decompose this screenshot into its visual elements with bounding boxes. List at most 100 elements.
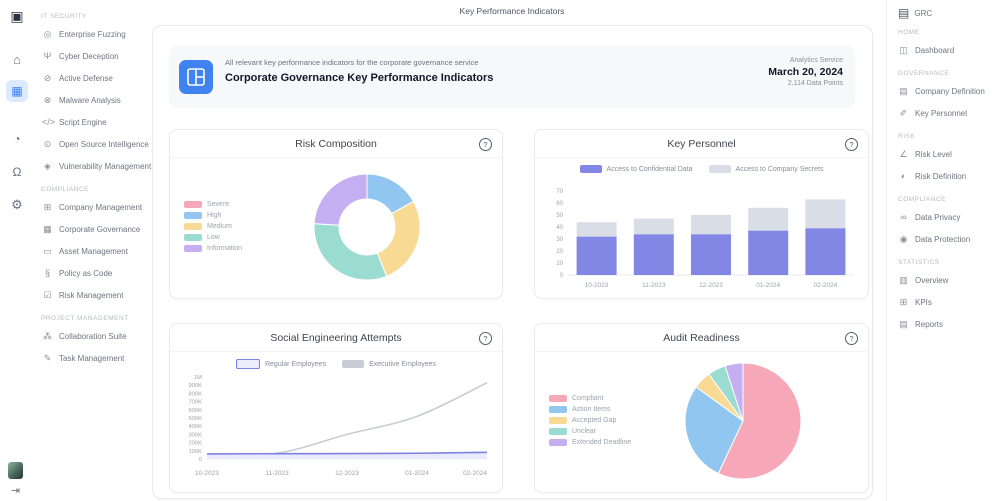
key-personnel-bar-access-to-confidential-data-01-2024[interactable] bbox=[748, 231, 788, 275]
rightnav-item-company-definition[interactable]: ▤Company Definition bbox=[887, 80, 1000, 102]
svg-text:50: 50 bbox=[556, 213, 563, 219]
sidebar-item-task-management[interactable]: ✎Task Management bbox=[34, 347, 152, 369]
analytics-icon[interactable]: ◔ bbox=[6, 128, 28, 150]
rightnav-item-dashboard[interactable]: ◫Dashboard bbox=[887, 39, 1000, 61]
legend-swatch bbox=[580, 165, 602, 173]
meta-date: March 20, 2024 bbox=[768, 66, 843, 78]
sidebar-item-asset-management[interactable]: ▭Asset Management bbox=[34, 240, 152, 262]
sidebar-item-corporate-governance[interactable]: ▦Corporate Governance bbox=[34, 218, 152, 240]
main-card: All relevant key performance indicators … bbox=[152, 25, 873, 499]
legend-item-compliant: Compliant bbox=[549, 395, 631, 402]
home-icon[interactable]: ⌂ bbox=[6, 48, 28, 70]
sidebar-section-compliance: COMPLIANCE bbox=[41, 186, 152, 193]
svg-text:20: 20 bbox=[556, 249, 563, 255]
key-personnel-bar-access-to-company-secrets-10-2023[interactable] bbox=[577, 222, 617, 236]
rightnav-item-risk-definition[interactable]: ◐Risk Definition bbox=[887, 165, 1000, 187]
legend-swatch bbox=[709, 165, 731, 173]
rightnav-item-data-protection[interactable]: ◉Data Protection bbox=[887, 228, 1000, 250]
legend-item-action-items: Action Items bbox=[549, 406, 631, 413]
sidebar-item-risk-management[interactable]: ☑Risk Management bbox=[34, 284, 152, 306]
help-icon[interactable]: ? bbox=[845, 138, 858, 151]
rightnav-item-kpis[interactable]: ⊞KPIs bbox=[887, 291, 1000, 313]
left-icon-rail: ▣ ⌂ ▦ ◔ Ω ⚙ ⇥ bbox=[0, 0, 34, 501]
legend-item-high: High bbox=[184, 212, 242, 219]
legend-swatch bbox=[236, 359, 260, 369]
legend-swatch bbox=[184, 201, 202, 208]
help-icon[interactable]: ? bbox=[479, 138, 492, 151]
vulnerability-management-icon: ◈ bbox=[42, 161, 53, 172]
sidebar-item-malware-analysis[interactable]: ⊗Malware Analysis bbox=[34, 89, 152, 111]
app-logo-icon[interactable]: ▣ bbox=[6, 5, 28, 27]
svg-text:10-2023: 10-2023 bbox=[585, 282, 609, 289]
key-personnel-bar-access-to-company-secrets-02-2024[interactable] bbox=[805, 199, 845, 228]
settings-icon[interactable]: ⚙ bbox=[6, 194, 28, 216]
sidebar-item-company-management[interactable]: ⊞Company Management bbox=[34, 196, 152, 218]
logout-icon[interactable]: ⇥ bbox=[8, 483, 23, 498]
svg-text:100K: 100K bbox=[188, 449, 202, 455]
key-personnel-bar-access-to-company-secrets-01-2024[interactable] bbox=[748, 208, 788, 231]
sidebar-item-cyber-deception[interactable]: ΨCyber Deception bbox=[34, 45, 152, 67]
key-personnel-bar-access-to-confidential-data-10-2023[interactable] bbox=[577, 237, 617, 275]
chart-title-social-engineering-attempts: Social Engineering Attempts bbox=[170, 332, 502, 344]
sidebar-item-open-source-intelligence[interactable]: ⊙Open Source Intelligence bbox=[34, 133, 152, 155]
active-defense-icon: ⊘ bbox=[42, 73, 53, 84]
audit-readiness-pie bbox=[681, 359, 805, 483]
modules-icon[interactable]: ▦ bbox=[6, 80, 28, 102]
rightnav-item-overview[interactable]: ▥Overview bbox=[887, 269, 1000, 291]
rightnav-section-compliance: COMPLIANCE bbox=[898, 196, 1000, 203]
legend-item-executive-employees: Executive Employees bbox=[342, 359, 436, 369]
help-icon[interactable]: ? bbox=[845, 332, 858, 345]
legend-swatch bbox=[549, 417, 567, 424]
sidebar-item-policy-as-code[interactable]: §Policy as Code bbox=[34, 262, 152, 284]
chart-card-key-personnel: Key Personnel ? Access to Confidential D… bbox=[534, 129, 869, 299]
legend-swatch bbox=[184, 245, 202, 252]
svg-text:300K: 300K bbox=[188, 432, 202, 438]
rightnav-item-risk-level[interactable]: ∠Risk Level bbox=[887, 143, 1000, 165]
sidebar-item-enterprise-fuzzing[interactable]: ◎Enterprise Fuzzing bbox=[34, 23, 152, 45]
sidebar-item-collaboration-suite[interactable]: ⁂Collaboration Suite bbox=[34, 325, 152, 347]
page-title: Key Performance Indicators bbox=[152, 6, 872, 16]
svg-text:700K: 700K bbox=[188, 400, 202, 406]
sidebar-section-project-management: PROJECT MANAGEMENT bbox=[41, 315, 152, 322]
key-personnel-bar-access-to-confidential-data-02-2024[interactable] bbox=[805, 228, 845, 275]
key-personnel-icon: ✐ bbox=[898, 108, 909, 119]
help-icon[interactable]: ? bbox=[479, 332, 492, 345]
key-personnel-bar-access-to-confidential-data-11-2023[interactable] bbox=[634, 234, 674, 275]
risk-composition-slice-information[interactable] bbox=[314, 174, 367, 225]
key-personnel-bar-access-to-company-secrets-11-2023[interactable] bbox=[634, 219, 674, 235]
kpi-header-title: Corporate Governance Key Performance Ind… bbox=[225, 72, 493, 84]
company-management-icon: ⊞ bbox=[42, 202, 53, 213]
page: ▣⌂▦◔Ω⚙ ⇥ IT SECURITY◎Enterprise FuzzingΨ… bbox=[0, 0, 1000, 501]
rightnav-item-reports[interactable]: ▤Reports bbox=[887, 313, 1000, 335]
rightnav-item-data-privacy[interactable]: ∞Data Privacy bbox=[887, 206, 1000, 228]
legend-item-access-to-company-secrets: Access to Company Secrets bbox=[709, 165, 824, 173]
svg-text:02-2024: 02-2024 bbox=[463, 470, 487, 477]
risk-composition-slice-low[interactable] bbox=[314, 224, 387, 280]
user-avatar[interactable] bbox=[8, 462, 23, 479]
key-personnel-bar-access-to-confidential-data-12-2023[interactable] bbox=[691, 234, 731, 275]
legend-swatch bbox=[549, 395, 567, 402]
social-engineering-attempts-line-executive-employees[interactable] bbox=[207, 383, 487, 455]
legend-item-unclear: Unclear bbox=[549, 428, 631, 435]
risk-composition-slice-medium[interactable] bbox=[377, 201, 420, 276]
cyber-deception-icon: Ψ bbox=[42, 51, 53, 61]
meta-service: Analytics Service bbox=[768, 57, 843, 64]
sidebar-item-vulnerability-management[interactable]: ◈Vulnerability Management bbox=[34, 155, 152, 177]
sidebar-item-script-engine[interactable]: </>Script Engine bbox=[34, 111, 152, 133]
svg-text:1M: 1M bbox=[194, 375, 202, 381]
legend-swatch bbox=[184, 223, 202, 230]
grc-logo-label: GRC bbox=[914, 9, 932, 18]
notifications-icon[interactable]: Ω bbox=[6, 161, 28, 183]
reports-icon: ▤ bbox=[898, 319, 909, 330]
svg-text:11-2023: 11-2023 bbox=[642, 282, 666, 289]
social-engineering-attempts-line-regular-employees[interactable] bbox=[207, 452, 487, 454]
dashboard-icon: ◫ bbox=[898, 45, 909, 56]
policy-as-code-icon: § bbox=[42, 268, 53, 278]
grc-logo[interactable]: ▤ GRC bbox=[898, 6, 1000, 20]
sidebar-item-active-defense[interactable]: ⊘Active Defense bbox=[34, 67, 152, 89]
rightnav-item-key-personnel[interactable]: ✐Key Personnel bbox=[887, 102, 1000, 124]
key-personnel-bar-access-to-company-secrets-12-2023[interactable] bbox=[691, 215, 731, 234]
risk-composition-doughnut bbox=[301, 161, 433, 293]
kpi-header-dashboard-icon bbox=[179, 60, 213, 94]
chart-title-key-personnel: Key Personnel bbox=[535, 138, 868, 150]
